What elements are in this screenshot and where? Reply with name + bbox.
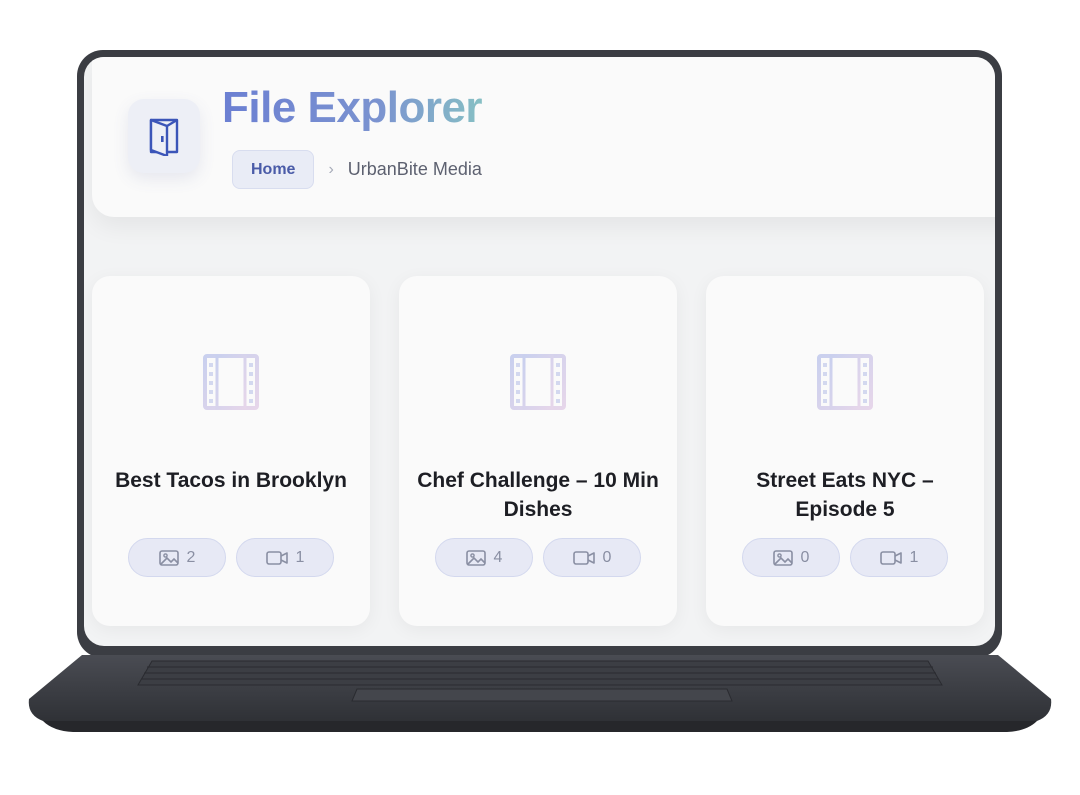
film-icon [510, 354, 566, 410]
image-count-chip[interactable]: 2 [128, 538, 226, 577]
chevron-right-icon: › [328, 160, 334, 178]
image-count-chip[interactable]: 4 [435, 538, 533, 577]
video-count-chip[interactable]: 1 [850, 538, 948, 577]
image-count: 2 [186, 548, 196, 566]
folder-door-icon [128, 99, 200, 173]
video-count-chip[interactable]: 0 [543, 538, 641, 577]
image-count-chip[interactable]: 0 [742, 538, 840, 577]
breadcrumb-current: UrbanBite Media [347, 159, 482, 179]
image-count: 4 [493, 548, 503, 566]
video-count: 1 [295, 548, 305, 566]
app-screen: File Explorer Home › UrbanBite Media Bes… [84, 57, 995, 646]
video-icon [265, 550, 288, 565]
video-count-chip[interactable]: 1 [236, 538, 334, 577]
folder-name: Street Eats NYC – Episode 5 [756, 469, 934, 521]
breadcrumb-home-button[interactable]: Home [232, 150, 315, 189]
header: File Explorer Home › UrbanBite Media [92, 57, 995, 217]
video-icon [572, 550, 595, 565]
video-icon [879, 550, 902, 565]
image-icon [158, 549, 179, 566]
film-icon [817, 354, 873, 410]
video-count: 0 [602, 548, 612, 566]
breadcrumb: Home › UrbanBite Media [232, 150, 482, 189]
folder-card[interactable]: Chef Challenge – 10 Min Dishes 4 0 [399, 276, 677, 626]
folder-name: Best Tacos in Brooklyn [115, 469, 347, 492]
laptop-base [28, 655, 1052, 732]
image-icon [772, 549, 793, 566]
folder-card[interactable]: Best Tacos in Brooklyn 2 1 [92, 276, 370, 626]
image-count: 0 [800, 548, 810, 566]
folder-name: Chef Challenge – 10 Min Dishes [417, 469, 659, 521]
image-icon [465, 549, 486, 566]
page-title: File Explorer [222, 83, 483, 132]
film-icon [203, 354, 259, 410]
video-count: 1 [909, 548, 919, 566]
folder-card[interactable]: Street Eats NYC – Episode 5 0 1 [706, 276, 984, 626]
